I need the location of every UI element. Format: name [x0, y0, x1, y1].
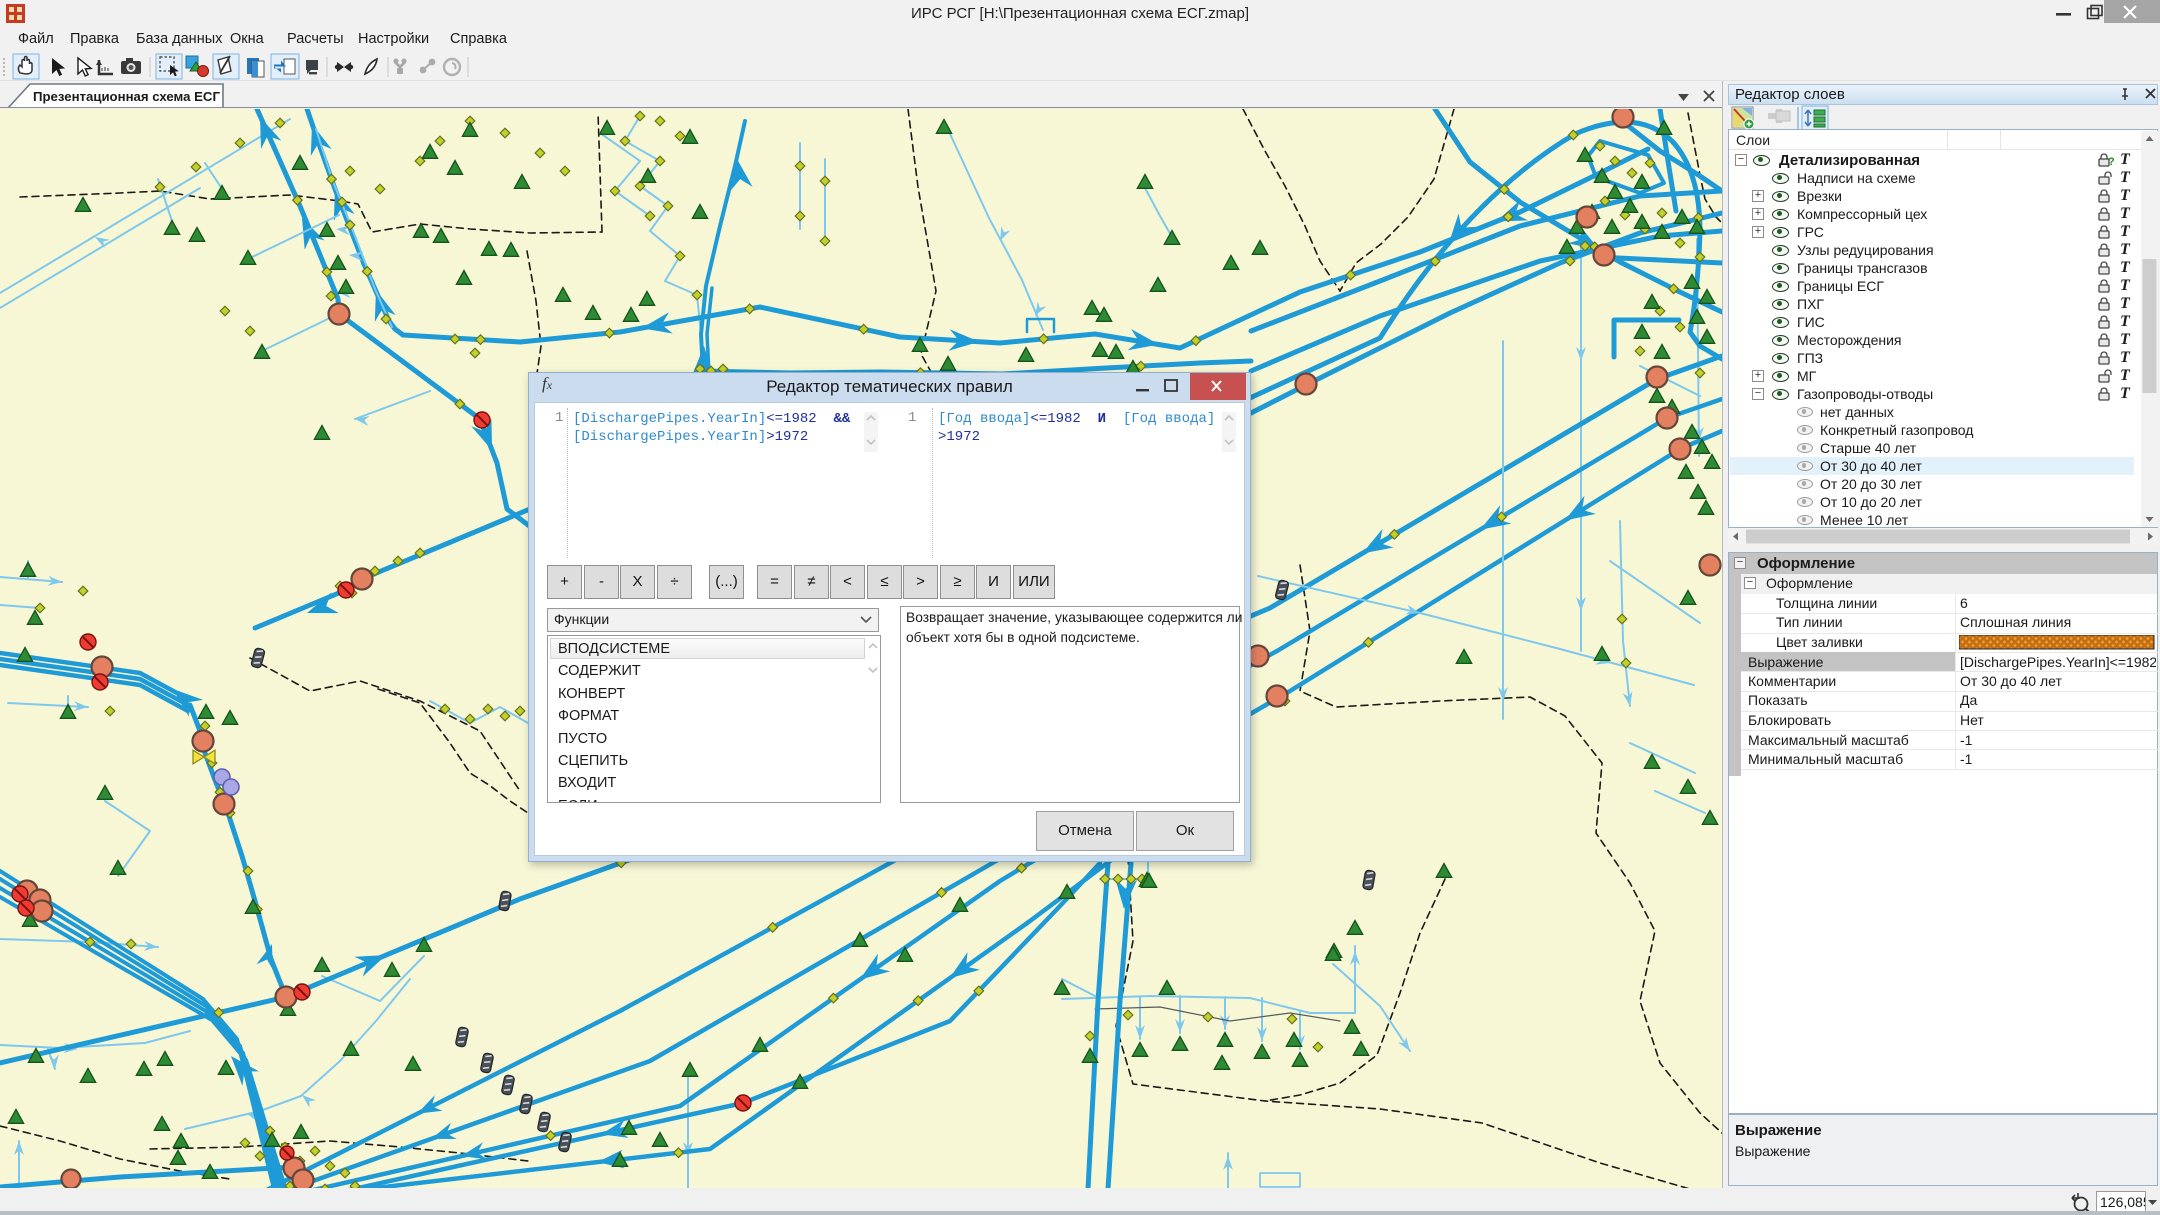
svg-text:?: ?: [2108, 156, 2115, 168]
